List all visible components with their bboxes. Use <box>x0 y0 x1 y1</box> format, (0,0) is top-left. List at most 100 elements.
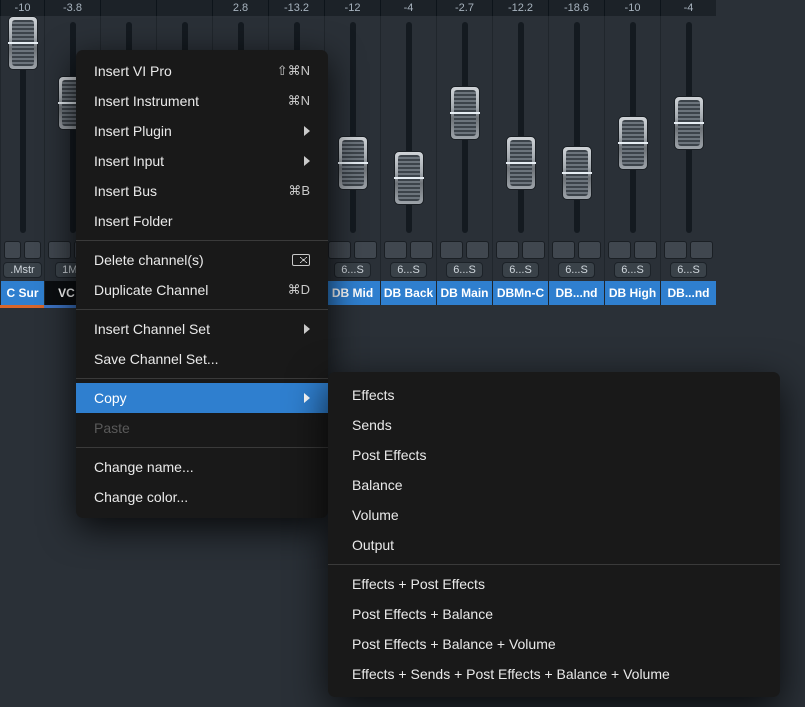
menu-shortcut: ⌘B <box>288 183 310 199</box>
fader-cap[interactable] <box>618 116 648 170</box>
channel-btn[interactable] <box>4 241 21 259</box>
fader-cap[interactable] <box>450 86 480 140</box>
channel-btn[interactable] <box>24 241 41 259</box>
fader-track[interactable] <box>380 16 436 239</box>
channel-number[interactable]: 6...S <box>390 262 427 278</box>
menu-separator <box>76 447 328 448</box>
fader-track[interactable] <box>660 16 716 239</box>
channel-strip[interactable]: -12 6...S DB Mid <box>324 0 380 308</box>
menu-item[interactable]: Delete channel(s) <box>76 245 328 275</box>
submenu-item[interactable]: Effects + Sends + Post Effects + Balance… <box>328 659 780 689</box>
channel-strip[interactable]: -4 6...S DB Back <box>380 0 436 308</box>
fader-cap[interactable] <box>506 136 536 190</box>
channel-btn[interactable] <box>578 241 601 259</box>
submenu-item[interactable]: Post Effects + Balance <box>328 599 780 629</box>
submenu-item[interactable]: Effects <box>328 380 780 410</box>
channel-number[interactable]: 6...S <box>670 262 707 278</box>
submenu-item[interactable]: Post Effects <box>328 440 780 470</box>
channel-number[interactable]: 6...S <box>614 262 651 278</box>
channel-number[interactable]: 6...S <box>446 262 483 278</box>
meter-db-value: 2.8 <box>212 0 268 16</box>
channel-label-text: DB...nd <box>551 286 602 300</box>
menu-item[interactable]: Duplicate Channel⌘D <box>76 275 328 305</box>
channel-label[interactable]: DB Mid <box>324 281 380 305</box>
fader-track[interactable] <box>324 16 380 239</box>
fader-track[interactable] <box>492 16 548 239</box>
menu-item[interactable]: Insert Input <box>76 146 328 176</box>
submenu-item[interactable]: Post Effects + Balance + Volume <box>328 629 780 659</box>
color-stripe <box>660 305 716 308</box>
channel-number[interactable]: 6...S <box>502 262 539 278</box>
menu-item[interactable]: Insert Bus⌘B <box>76 176 328 206</box>
menu-item[interactable]: Insert Folder <box>76 206 328 236</box>
channel-label-text: DB...nd <box>663 286 714 300</box>
channel-strip[interactable]: -18.66...SDB...nd <box>548 0 604 308</box>
fader-track[interactable] <box>436 16 492 239</box>
channel-label[interactable]: DB Back <box>380 281 436 305</box>
menu-item[interactable]: Change name... <box>76 452 328 482</box>
menu-separator <box>76 378 328 379</box>
channel-btn[interactable] <box>496 241 519 259</box>
channel-btn[interactable] <box>608 241 631 259</box>
fader-track[interactable] <box>548 16 604 239</box>
menu-item-label: Copy <box>94 390 127 406</box>
channel-btn[interactable] <box>522 241 545 259</box>
channel-number[interactable]: .Mstr <box>3 262 41 278</box>
channel-context-menu: Insert VI Pro⇧⌘NInsert Instrument⌘NInser… <box>76 50 328 518</box>
submenu-item-label: Balance <box>352 477 403 493</box>
fader-cap[interactable] <box>674 96 704 150</box>
channel-strip[interactable]: -2.76...SDB Main <box>436 0 492 308</box>
submenu-item[interactable]: Balance <box>328 470 780 500</box>
menu-item[interactable]: Insert Plugin <box>76 116 328 146</box>
submenu-item[interactable]: Sends <box>328 410 780 440</box>
submenu-item-label: Post Effects <box>352 447 426 463</box>
channel-number[interactable]: 6...S <box>334 262 371 278</box>
fader-cap[interactable] <box>8 16 38 70</box>
mute-solo-row <box>660 239 716 259</box>
channel-btn[interactable] <box>440 241 463 259</box>
channel-label[interactable]: DB...nd <box>660 281 716 305</box>
meter-db-value: -13.2 <box>268 0 324 16</box>
channel-btn[interactable] <box>410 241 433 259</box>
submenu-item[interactable]: Output <box>328 530 780 560</box>
menu-item[interactable]: Copy <box>76 383 328 413</box>
channel-btn[interactable] <box>48 241 71 259</box>
menu-item: Paste <box>76 413 328 443</box>
channel-number[interactable]: 6...S <box>558 262 595 278</box>
menu-item-label: Change color... <box>94 489 188 505</box>
channel-label-text: DB Mid <box>327 286 378 300</box>
fader-cap[interactable] <box>562 146 592 200</box>
fader-cap[interactable] <box>338 136 368 190</box>
channel-btn[interactable] <box>354 241 377 259</box>
color-stripe <box>436 305 492 308</box>
meter-db-value: -12 <box>324 0 380 16</box>
meter-db-value: -4 <box>380 0 436 16</box>
chevron-right-icon <box>304 156 310 166</box>
channel-label[interactable]: C Sur <box>0 281 44 305</box>
menu-item[interactable]: Save Channel Set... <box>76 344 328 374</box>
fader-track[interactable] <box>0 16 44 239</box>
menu-item[interactable]: Change color... <box>76 482 328 512</box>
channel-label[interactable]: DB Main <box>436 281 492 305</box>
channel-strip[interactable]: -12.26...SDBMn-C <box>492 0 548 308</box>
menu-item[interactable]: Insert Instrument⌘N <box>76 86 328 116</box>
channel-label[interactable]: DB High <box>604 281 660 305</box>
submenu-item[interactable]: Volume <box>328 500 780 530</box>
channel-btn[interactable] <box>664 241 687 259</box>
channel-strip[interactable]: -10.MstrC Sur <box>0 0 44 308</box>
submenu-item[interactable]: Effects + Post Effects <box>328 569 780 599</box>
channel-label[interactable]: DBMn-C <box>492 281 548 305</box>
menu-item[interactable]: Insert VI Pro⇧⌘N <box>76 56 328 86</box>
channel-btn[interactable] <box>328 241 351 259</box>
channel-btn[interactable] <box>634 241 657 259</box>
menu-item[interactable]: Insert Channel Set <box>76 314 328 344</box>
channel-btn[interactable] <box>552 241 575 259</box>
fader-track[interactable] <box>604 16 660 239</box>
channel-label[interactable]: DB...nd <box>548 281 604 305</box>
channel-strip[interactable]: -46...SDB...nd <box>660 0 716 308</box>
channel-strip[interactable]: -106...SDB High <box>604 0 660 308</box>
channel-btn[interactable] <box>690 241 713 259</box>
channel-btn[interactable] <box>384 241 407 259</box>
fader-cap[interactable] <box>394 151 424 205</box>
channel-btn[interactable] <box>466 241 489 259</box>
